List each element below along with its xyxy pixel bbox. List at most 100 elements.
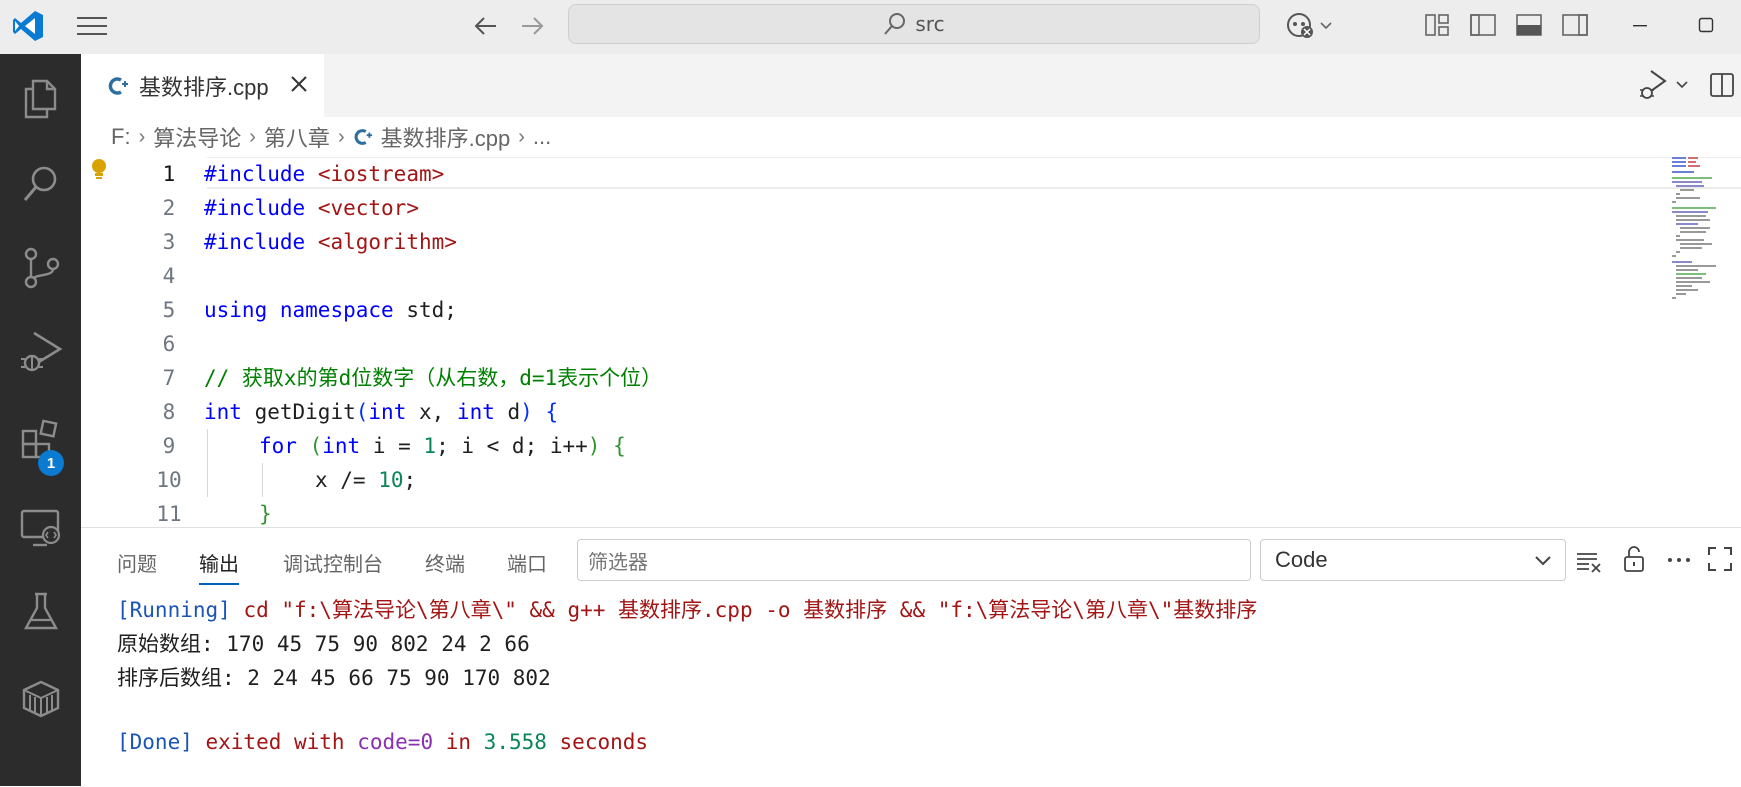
extensions-icon[interactable]: 1 — [0, 410, 81, 476]
minimize-icon[interactable] — [1620, 8, 1660, 42]
code-line: 9 for (int i = 1; i < d; i++) { — [81, 429, 1661, 497]
filter-placeholder: 筛选器 — [588, 551, 648, 574]
run-debug-cpp-icon[interactable] — [1637, 68, 1693, 104]
code-token: ; i < d; i++ — [436, 434, 588, 458]
minimap[interactable] — [1668, 157, 1728, 317]
code-line: 3 #include <algorithm> — [81, 225, 1661, 259]
customize-layout-icon[interactable] — [1420, 8, 1454, 42]
done-tag: [Done] — [117, 730, 193, 754]
done-seconds-value: 3.558 — [483, 730, 547, 754]
code-token: x, — [406, 400, 457, 424]
done-text: in — [433, 730, 484, 754]
output-line-running: [Running] cd "f:\算法导论\第八章\" && g++ 基数排序.… — [117, 594, 1257, 624]
tab-problems[interactable]: 问题 — [117, 548, 157, 577]
copilot-icon[interactable] — [1280, 6, 1340, 46]
lock-scroll-icon[interactable] — [1621, 544, 1651, 576]
code-line: 1 #include <iostream> — [81, 157, 1741, 191]
run-debug-icon[interactable] — [0, 322, 81, 382]
split-editor-icon[interactable] — [1709, 72, 1739, 102]
code-token: 10 — [378, 468, 404, 492]
close-icon[interactable] — [289, 74, 309, 94]
line-number: 9 — [162, 434, 176, 458]
cpp-file-icon — [353, 127, 373, 147]
back-arrow-icon[interactable] — [468, 8, 504, 44]
line-number: 8 — [162, 400, 176, 424]
clear-output-icon[interactable] — [1575, 548, 1605, 576]
code-line: 5 using namespace std; — [81, 293, 1661, 327]
code-token: <iostream> — [317, 162, 445, 186]
editor-tab-bar: 基数排序.cpp — [81, 54, 1741, 117]
testing-icon[interactable] — [0, 582, 81, 642]
breadcrumb-folder-2[interactable]: 第八章 — [264, 121, 330, 153]
code-token: 1 — [423, 434, 437, 458]
chevron-right-icon: › — [337, 125, 345, 148]
code-token: for — [259, 434, 297, 458]
line-number: 1 — [162, 162, 176, 186]
explorer-icon[interactable] — [0, 68, 81, 128]
code-token: x /= — [315, 468, 379, 492]
tab-debug-console[interactable]: 调试控制台 — [283, 548, 383, 577]
output-channel-value: Code — [1275, 547, 1328, 572]
more-actions-icon[interactable] — [1665, 550, 1695, 574]
search-icon[interactable] — [0, 154, 81, 214]
output-line: 排序后数组: 2 24 45 66 75 90 170 802 — [117, 666, 551, 690]
maximize-panel-icon[interactable] — [1707, 546, 1737, 576]
code-token: <vector> — [317, 196, 419, 220]
code-token: int — [456, 400, 495, 424]
source-control-icon[interactable] — [0, 238, 81, 298]
code-line: 8 int getDigit(int x, int d) { — [81, 395, 1661, 429]
activity-bar: 1 — [0, 54, 81, 786]
done-text: exited with — [192, 730, 358, 754]
code-token: std; — [406, 298, 457, 322]
code-line: 10 x /= 10; — [81, 463, 1661, 497]
tab-terminal[interactable]: 终端 — [425, 548, 465, 577]
code-token: i = — [360, 434, 424, 458]
tab-radix-sort-cpp[interactable]: 基数排序.cpp — [81, 54, 324, 117]
code-token: getDigit — [254, 400, 356, 424]
tab-ports[interactable]: 端口 — [507, 548, 547, 577]
code-token: ( — [355, 400, 369, 424]
running-command: cd "f:\算法导论\第八章\" && g++ 基数排序.cpp -o 基数排… — [230, 598, 1258, 622]
code-token: #include — [204, 162, 306, 186]
menu-icon[interactable] — [74, 8, 110, 44]
containers-icon[interactable] — [0, 668, 81, 728]
output-line: 原始数组: 170 45 75 90 802 24 2 66 — [117, 632, 530, 656]
line-number: 6 — [162, 332, 176, 356]
code-line: 4 — [81, 259, 1661, 293]
line-number: 3 — [162, 230, 176, 254]
code-token: int — [204, 400, 242, 424]
tab-label: 基数排序.cpp — [139, 74, 269, 100]
code-line: 11 } — [81, 497, 1661, 527]
code-token: int — [368, 400, 407, 424]
line-number: 7 — [162, 366, 176, 390]
breadcrumb-drive[interactable]: F: — [111, 124, 131, 150]
line-number: 2 — [162, 196, 176, 220]
toggle-panel-icon[interactable] — [1512, 8, 1546, 42]
code-editor[interactable]: 1 #include <iostream> 2 #include <vector… — [81, 157, 1741, 527]
breadcrumb-more[interactable]: ... — [533, 124, 551, 150]
title-bar: src — [0, 0, 1741, 54]
output-channel-select[interactable]: Code — [1260, 539, 1566, 581]
search-icon — [883, 12, 907, 36]
command-center-search[interactable]: src — [568, 4, 1260, 44]
code-line: 6 — [81, 327, 1661, 361]
maximize-icon[interactable] — [1686, 8, 1726, 42]
breadcrumb-folder-1[interactable]: 算法导论 — [153, 121, 241, 153]
toggle-primary-sidebar-icon[interactable] — [1466, 8, 1500, 42]
code-line: 7 // 获取x的第d位数字（从右数，d=1表示个位） — [81, 361, 1661, 395]
code-token: { — [545, 400, 559, 424]
cpp-file-icon — [107, 75, 129, 97]
code-token: <algorithm> — [317, 230, 457, 254]
line-number: 11 — [156, 502, 182, 526]
filter-input[interactable]: 筛选器 — [577, 539, 1251, 581]
code-token: { — [613, 434, 626, 458]
forward-arrow-icon[interactable] — [514, 8, 550, 44]
remote-explorer-icon[interactable] — [0, 498, 81, 558]
tab-output[interactable]: 输出 — [199, 548, 239, 585]
toggle-secondary-sidebar-icon[interactable] — [1558, 8, 1592, 42]
code-token: #include — [204, 230, 306, 254]
indent-guide — [262, 463, 263, 497]
breadcrumb-file[interactable]: 基数排序.cpp — [381, 121, 511, 153]
code-comment: // 获取x的第d位数字（从右数，d=1表示个位） — [204, 366, 663, 390]
breadcrumb: F: › 算法导论 › 第八章 › 基数排序.cpp › ... — [81, 117, 1741, 157]
